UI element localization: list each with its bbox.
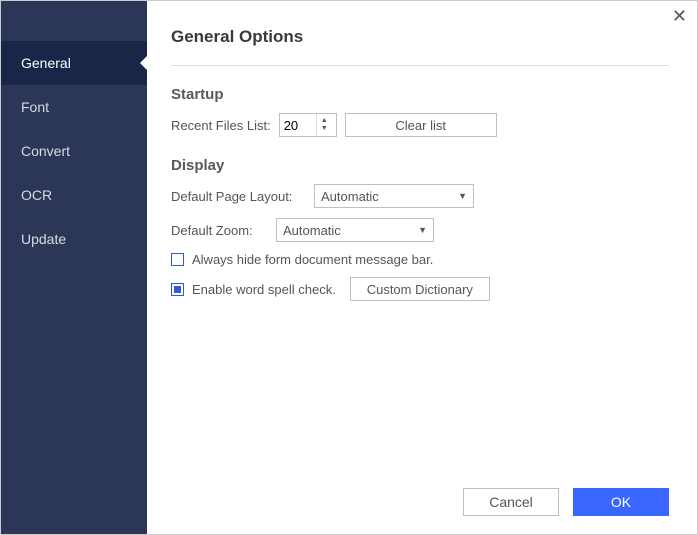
sidebar-item-label: OCR [21, 187, 52, 203]
chevron-down-icon: ▼ [458, 191, 467, 201]
close-button[interactable]: ✕ [672, 7, 687, 25]
hide-form-checkbox[interactable] [171, 253, 184, 266]
sidebar-item-label: Convert [21, 143, 70, 159]
custom-dictionary-label: Custom Dictionary [367, 282, 473, 297]
spinner-arrows: ▲ ▼ [316, 114, 332, 136]
clear-list-button[interactable]: Clear list [345, 113, 497, 137]
layout-value: Automatic [321, 189, 379, 204]
ok-button[interactable]: OK [573, 488, 669, 516]
layout-label: Default Page Layout: [171, 189, 306, 204]
sidebar-item-update[interactable]: Update [1, 217, 147, 261]
startup-heading: Startup [171, 86, 669, 103]
sidebar-item-general[interactable]: General [1, 41, 147, 85]
hide-form-label: Always hide form document message bar. [192, 252, 433, 267]
display-heading: Display [171, 157, 669, 174]
spell-check-row: Enable word spell check. Custom Dictiona… [171, 277, 669, 301]
sidebar-item-label: Font [21, 99, 49, 115]
sidebar-item-font[interactable]: Font [1, 85, 147, 129]
dialog-footer: Cancel OK [171, 472, 669, 516]
hide-form-row: Always hide form document message bar. [171, 252, 669, 267]
spinner-down-icon[interactable]: ▼ [317, 125, 332, 133]
zoom-select[interactable]: Automatic ▼ [276, 218, 434, 242]
sidebar-item-label: General [21, 55, 71, 71]
chevron-down-icon: ▼ [418, 225, 427, 235]
layout-row: Default Page Layout: Automatic ▼ [171, 184, 669, 208]
main-panel: General Options Startup Recent Files Lis… [147, 1, 697, 534]
divider [171, 65, 669, 66]
spell-check-label: Enable word spell check. [192, 282, 336, 297]
layout-select[interactable]: Automatic ▼ [314, 184, 474, 208]
ok-label: OK [611, 494, 631, 510]
sidebar: General Font Convert OCR Update [1, 1, 147, 534]
page-title: General Options [171, 27, 669, 47]
close-icon: ✕ [672, 6, 687, 26]
recent-files-row: Recent Files List: ▲ ▼ Clear list [171, 113, 669, 137]
zoom-label: Default Zoom: [171, 223, 268, 238]
zoom-row: Default Zoom: Automatic ▼ [171, 218, 669, 242]
options-dialog: ✕ General Font Convert OCR Update Genera… [0, 0, 698, 535]
cancel-button[interactable]: Cancel [463, 488, 559, 516]
clear-list-label: Clear list [395, 118, 446, 133]
recent-files-label: Recent Files List: [171, 118, 271, 133]
spell-check-checkbox[interactable] [171, 283, 184, 296]
zoom-value: Automatic [283, 223, 341, 238]
sidebar-item-label: Update [21, 231, 66, 247]
recent-files-spinner[interactable]: ▲ ▼ [279, 113, 337, 137]
recent-files-input[interactable] [280, 114, 316, 136]
spinner-up-icon[interactable]: ▲ [317, 117, 332, 125]
sidebar-item-convert[interactable]: Convert [1, 129, 147, 173]
cancel-label: Cancel [489, 494, 533, 510]
custom-dictionary-button[interactable]: Custom Dictionary [350, 277, 490, 301]
sidebar-item-ocr[interactable]: OCR [1, 173, 147, 217]
